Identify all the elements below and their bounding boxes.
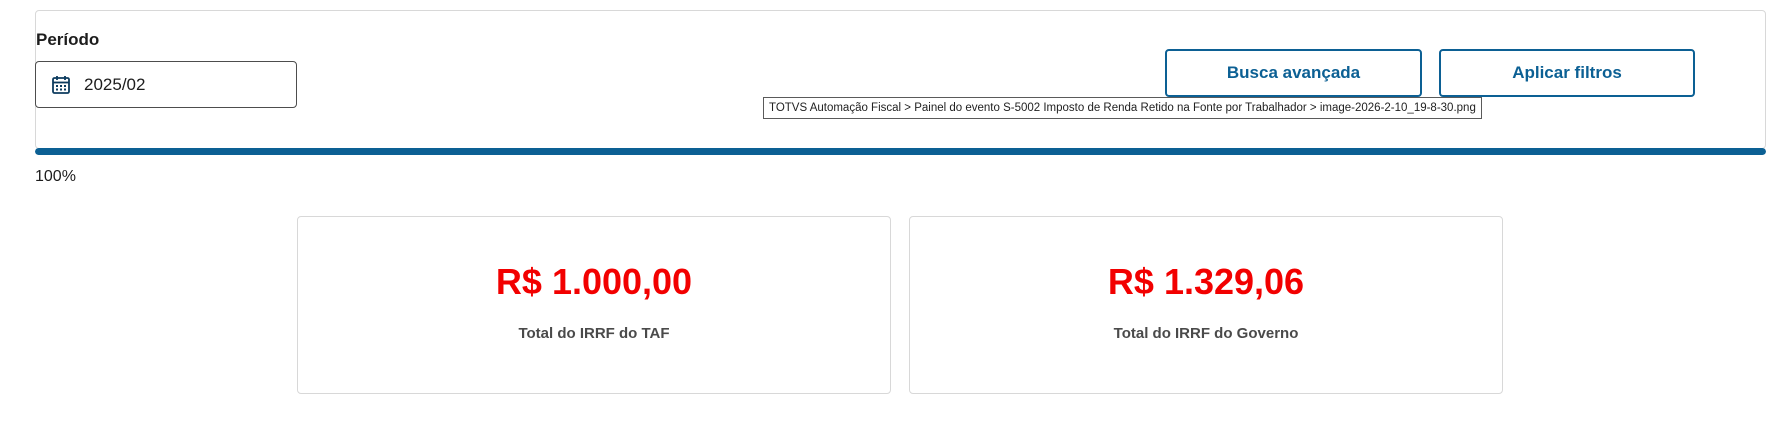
government-total-caption: Total do IRRF do Governo [1113,325,1299,342]
taf-total-caption: Total do IRRF do TAF [518,325,670,342]
progress-bar-fill [35,148,1766,155]
period-input[interactable]: 2025/02 [35,61,297,108]
period-value[interactable]: 2025/02 [84,75,145,95]
apply-filters-button[interactable]: Aplicar filtros [1439,49,1695,97]
government-total-amount: R$ 1.329,06 [1107,261,1305,302]
taf-total-amount: R$ 1.000,00 [495,261,693,302]
progress-percentage: 100% [35,168,76,185]
advanced-search-button[interactable]: Busca avançada [1165,49,1422,97]
breadcrumb-tooltip: TOTVS Automação Fiscal > Painel do event… [763,97,1482,119]
taf-total-card: R$ 1.000,00 Total do IRRF do TAF [297,216,891,394]
government-total-card: R$ 1.329,06 Total do IRRF do Governo [909,216,1503,394]
period-label: Período [36,30,100,49]
progress-bar [35,148,1766,155]
calendar-icon[interactable] [50,74,72,96]
